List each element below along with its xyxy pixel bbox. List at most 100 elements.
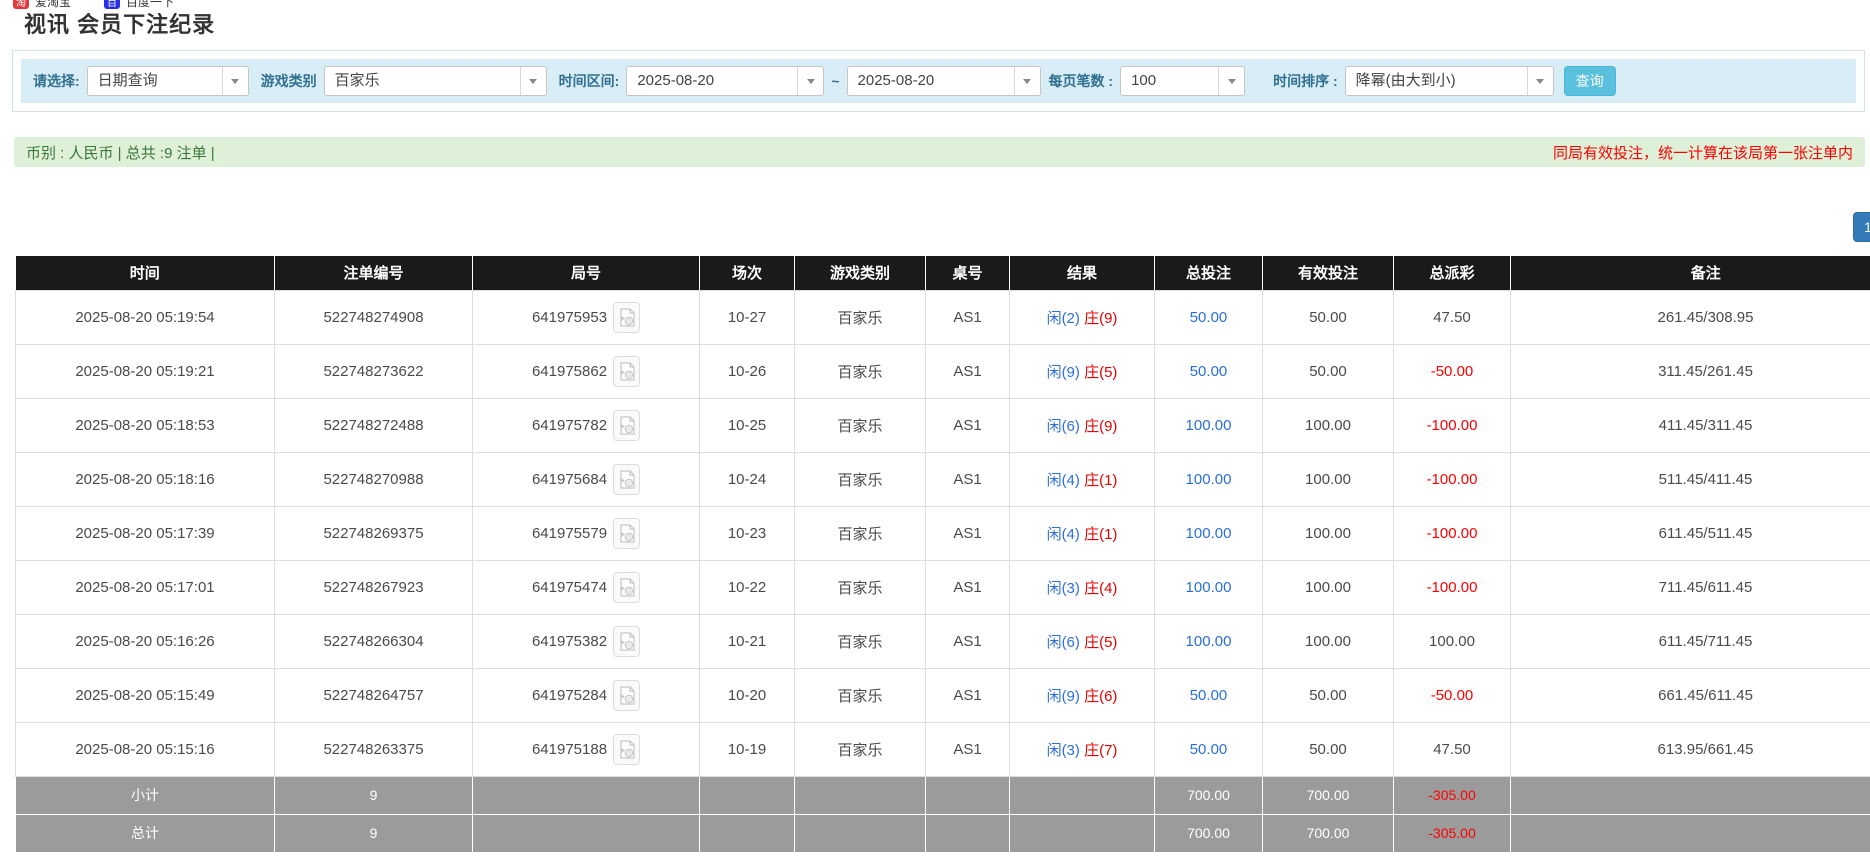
cell-result: 闲(3) 庄(7) [1010,722,1155,776]
subtotal-label: 小计 [16,776,275,814]
result-banker: 庄(4) [1084,580,1117,597]
result-banker: 庄(6) [1084,688,1117,705]
video-record-icon [619,470,635,489]
video-record-button[interactable] [613,518,640,549]
cell-note: 661.45/611.45 [1511,668,1870,722]
total-bet-link[interactable]: 50.00 [1190,363,1228,380]
video-record-button[interactable] [613,572,640,603]
cell-round-id: 641975953 [473,290,700,344]
video-record-button[interactable] [613,356,640,387]
round-number: 641975862 [532,363,607,380]
total-bet-link[interactable]: 50.00 [1190,687,1228,704]
total-bet-link[interactable]: 100.00 [1186,633,1232,650]
cell-total-bet: 50.00 [1155,668,1263,722]
cell-bet-id: 522748272488 [275,398,473,452]
cell-session: 10-20 [700,668,795,722]
cell-session: 10-22 [700,560,795,614]
cell-table-id: AS1 [926,668,1010,722]
cell-payout: -100.00 [1394,560,1511,614]
cell-payout: 47.50 [1394,722,1511,776]
time-sort-select[interactable]: 降幂(由大到小) [1345,66,1554,96]
round-number: 641975474 [532,579,607,596]
video-record-icon [619,686,635,705]
video-record-button[interactable] [613,464,640,495]
cell-note: 611.45/511.45 [1511,506,1870,560]
cell-table-id: AS1 [926,452,1010,506]
page-size-select[interactable]: 100 [1120,66,1245,96]
cell-valid-bet: 100.00 [1263,452,1394,506]
query-type-select[interactable]: 日期查询 [87,66,249,96]
round-number: 641975579 [532,525,607,542]
result-banker: 庄(7) [1084,742,1117,759]
column-header: 桌号 [926,256,1010,290]
cell-note: 611.45/711.45 [1511,614,1870,668]
page-size-label: 每页笔数 : [1049,71,1114,91]
pagination-page-1[interactable]: 1 [1853,212,1870,242]
total-bet-link[interactable]: 100.00 [1186,579,1232,596]
cell-table-id: AS1 [926,290,1010,344]
cell-table-id: AS1 [926,560,1010,614]
bookmark-label: 百度一下 [126,0,174,10]
video-record-button[interactable] [613,680,640,711]
cell-game: 百家乐 [795,722,926,776]
chevron-down-icon [1218,67,1244,95]
query-button[interactable]: 查询 [1564,66,1616,96]
cell-valid-bet: 100.00 [1263,560,1394,614]
chevron-down-icon [222,67,248,95]
column-header: 场次 [700,256,795,290]
cell-result: 闲(4) 庄(1) [1010,452,1155,506]
bookmark-baidu[interactable]: 百 百度一下 [104,0,174,10]
video-record-button[interactable] [613,302,640,333]
result-banker: 庄(9) [1084,418,1117,435]
cell-result: 闲(6) 庄(5) [1010,614,1155,668]
cell-bet-id: 522748270988 [275,452,473,506]
video-record-button[interactable] [613,734,640,765]
total-count: 9 [275,814,473,852]
date-from-select[interactable]: 2025-08-20 [626,66,824,96]
video-record-button[interactable] [613,626,640,657]
bookmark-all-folder[interactable]: 所有 [1839,0,1870,2]
cell-table-id: AS1 [926,722,1010,776]
date-to-select[interactable]: 2025-08-20 [847,66,1041,96]
cell-round-id: 641975684 [473,452,700,506]
table-row: 2025-08-20 05:19:54522748274908641975953… [16,290,1870,344]
video-record-icon [619,740,635,759]
column-header: 总派彩 [1394,256,1511,290]
total-bet-link[interactable]: 100.00 [1186,471,1232,488]
total-bet-link[interactable]: 50.00 [1190,741,1228,758]
column-header: 时间 [16,256,275,290]
result-player: 闲(9) [1047,364,1080,381]
cell-bet-id: 522748267923 [275,560,473,614]
result-banker: 庄(1) [1084,472,1117,489]
bookmark-folder-label: 所有 [1860,0,1870,1]
filter-panel: 请选择: 日期查询 游戏类别 百家乐 时间区间: 2025-08-20 ~ 20… [12,50,1865,112]
currency-total-text: 币别 : 人民币 | 总共 :9 注单 | [26,142,215,163]
game-category-select[interactable]: 百家乐 [324,66,547,96]
taobao-bookmark-icon: 淘 [13,0,29,9]
cell-session: 10-21 [700,614,795,668]
total-bet-link[interactable]: 100.00 [1186,525,1232,542]
cell-game: 百家乐 [795,668,926,722]
total-label: 总计 [16,814,275,852]
round-number: 641975684 [532,471,607,488]
cell-note: 613.95/661.45 [1511,722,1870,776]
total-bet-link[interactable]: 100.00 [1186,417,1232,434]
video-record-button[interactable] [613,410,640,441]
cell-note: 261.45/308.95 [1511,290,1870,344]
cell-round-id: 641975474 [473,560,700,614]
cell-valid-bet: 50.00 [1263,290,1394,344]
bookmark-aitaobao[interactable]: 淘 爱淘宝 [13,0,71,10]
column-header: 结果 [1010,256,1155,290]
cell-valid-bet: 100.00 [1263,614,1394,668]
cell-total-bet: 100.00 [1155,506,1263,560]
column-header: 注单编号 [275,256,473,290]
cell-note: 411.45/311.45 [1511,398,1870,452]
cell-table-id: AS1 [926,614,1010,668]
cell-bet-id: 522748264757 [275,668,473,722]
video-record-icon [619,632,635,651]
table-row: 2025-08-20 05:16:26522748266304641975382… [16,614,1870,668]
total-bet-link[interactable]: 50.00 [1190,309,1228,326]
cell-result: 闲(9) 庄(6) [1010,668,1155,722]
bet-records-table-container: 时间注单编号局号场次游戏类别桌号结果总投注有效投注总派彩备注 2025-08-2… [15,256,1870,853]
result-player: 闲(2) [1047,310,1080,327]
